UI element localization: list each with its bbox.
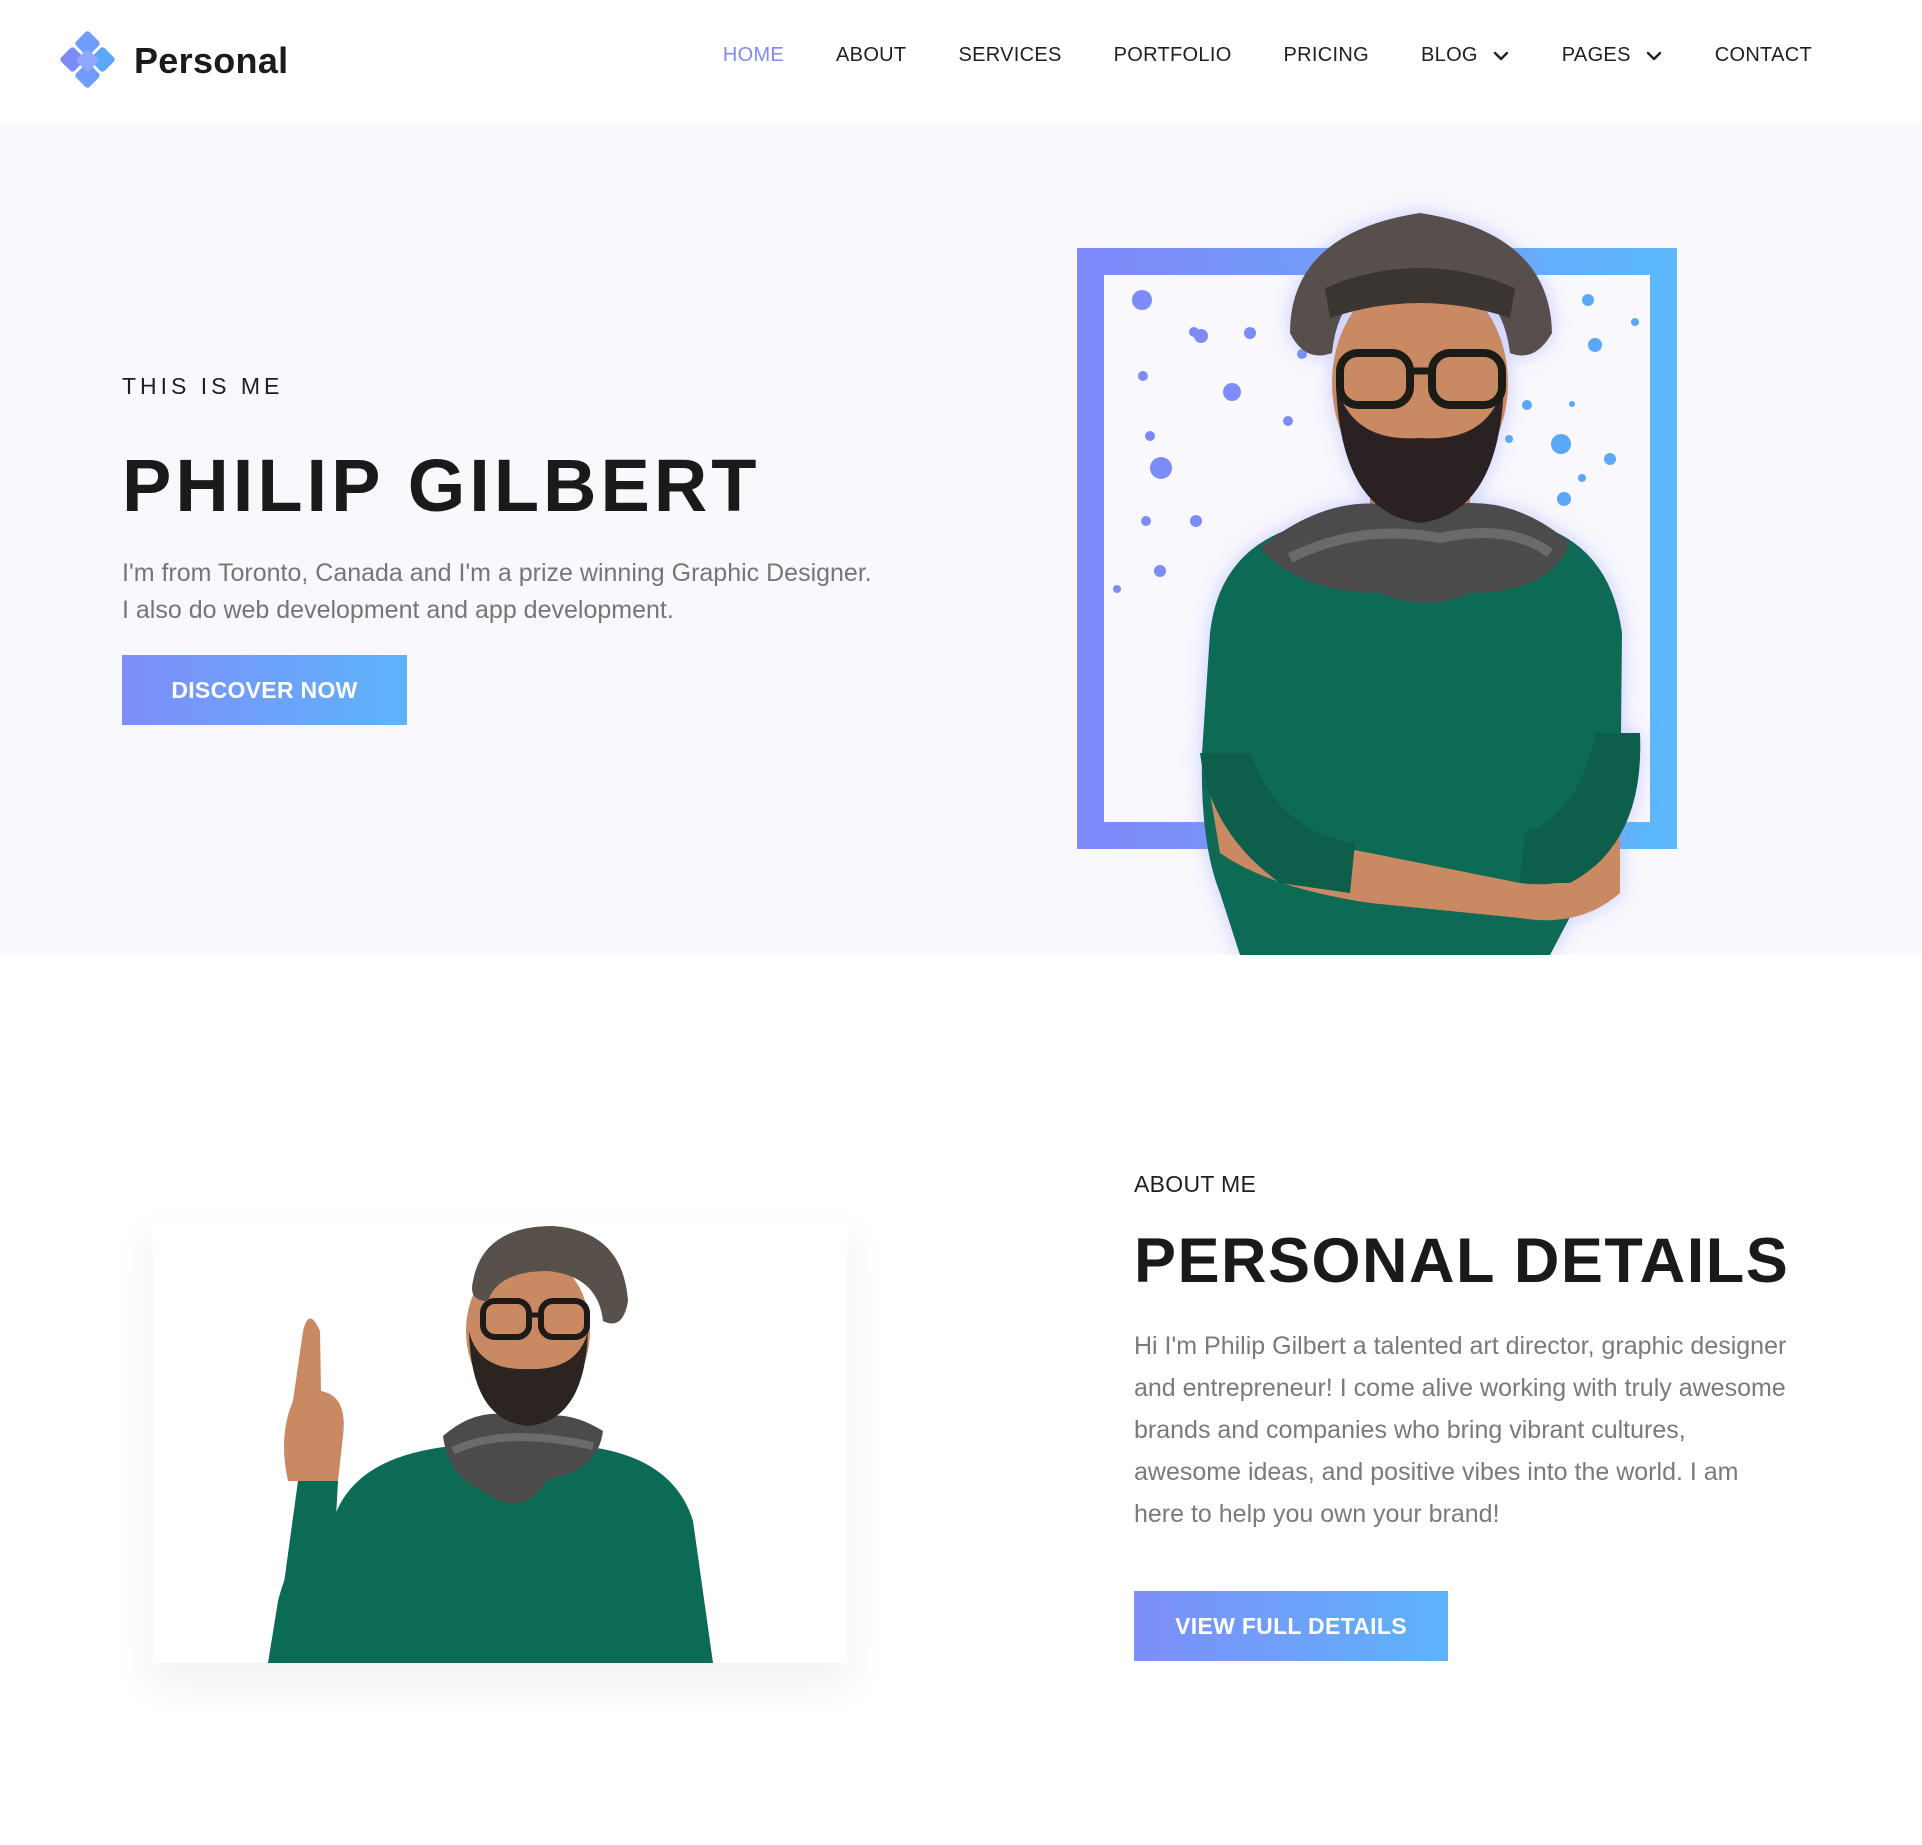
about-description: Hi I'm Philip Gilbert a talented art dir… [1134,1332,1787,1528]
nav-item-services[interactable]: SERVICES [958,44,1061,67]
about-photo-card [153,1221,847,1663]
about-portrait-illustration [268,1226,713,1663]
nav-item-about[interactable]: ABOUT [836,44,906,67]
nav-item-home[interactable]: HOME [723,44,784,67]
top-navbar: Personal HOME ABOUT SERVICES PORTFOLIO P… [0,0,1922,123]
hero-section: THIS IS ME PHILIP GILBERT I'm from Toron… [0,123,1922,955]
nav-label: PAGES [1561,44,1631,66]
nav-label: PRICING [1283,44,1369,66]
hero-eyebrow: THIS IS ME [122,373,284,399]
nav-item-pricing[interactable]: PRICING [1284,44,1369,67]
about-eyebrow: ABOUT ME [1134,1171,1257,1197]
nav-item-contact[interactable]: CONTACT [1715,44,1812,67]
hero-title: PHILIP GILBERT [122,444,761,527]
chevron-down-icon [1493,51,1508,60]
nav-label: CONTACT [1714,44,1812,66]
nav-item-portfolio[interactable]: PORTFOLIO [1114,44,1232,67]
hero-portrait-illustration [1200,213,1641,955]
nav-label: BLOG [1421,44,1478,66]
about-title: PERSONAL DETAILS [1134,1226,1790,1296]
view-full-details-button[interactable]: VIEW FULL DETAILS [1134,1591,1448,1661]
nav-item-blog[interactable]: BLOG [1421,44,1510,67]
discover-now-button[interactable]: DISCOVER NOW [122,655,407,725]
nav-label: PORTFOLIO [1113,44,1232,66]
about-section: ABOUT ME PERSONAL DETAILS Hi I'm Philip … [0,955,1922,1845]
hero-description: I'm from Toronto, Canada and I'm a prize… [122,559,872,624]
nav-label: HOME [722,44,785,66]
brand-name: Personal [134,40,289,81]
brand-logo[interactable]: Personal [59,30,289,89]
nav-label: ABOUT [836,44,907,66]
logo-icon [59,30,116,89]
main-menu: HOME ABOUT SERVICES PORTFOLIO PRICING BL… [723,44,1812,67]
nav-label: SERVICES [958,44,1062,66]
chevron-down-icon [1646,51,1661,60]
nav-item-pages[interactable]: PAGES [1562,44,1663,67]
